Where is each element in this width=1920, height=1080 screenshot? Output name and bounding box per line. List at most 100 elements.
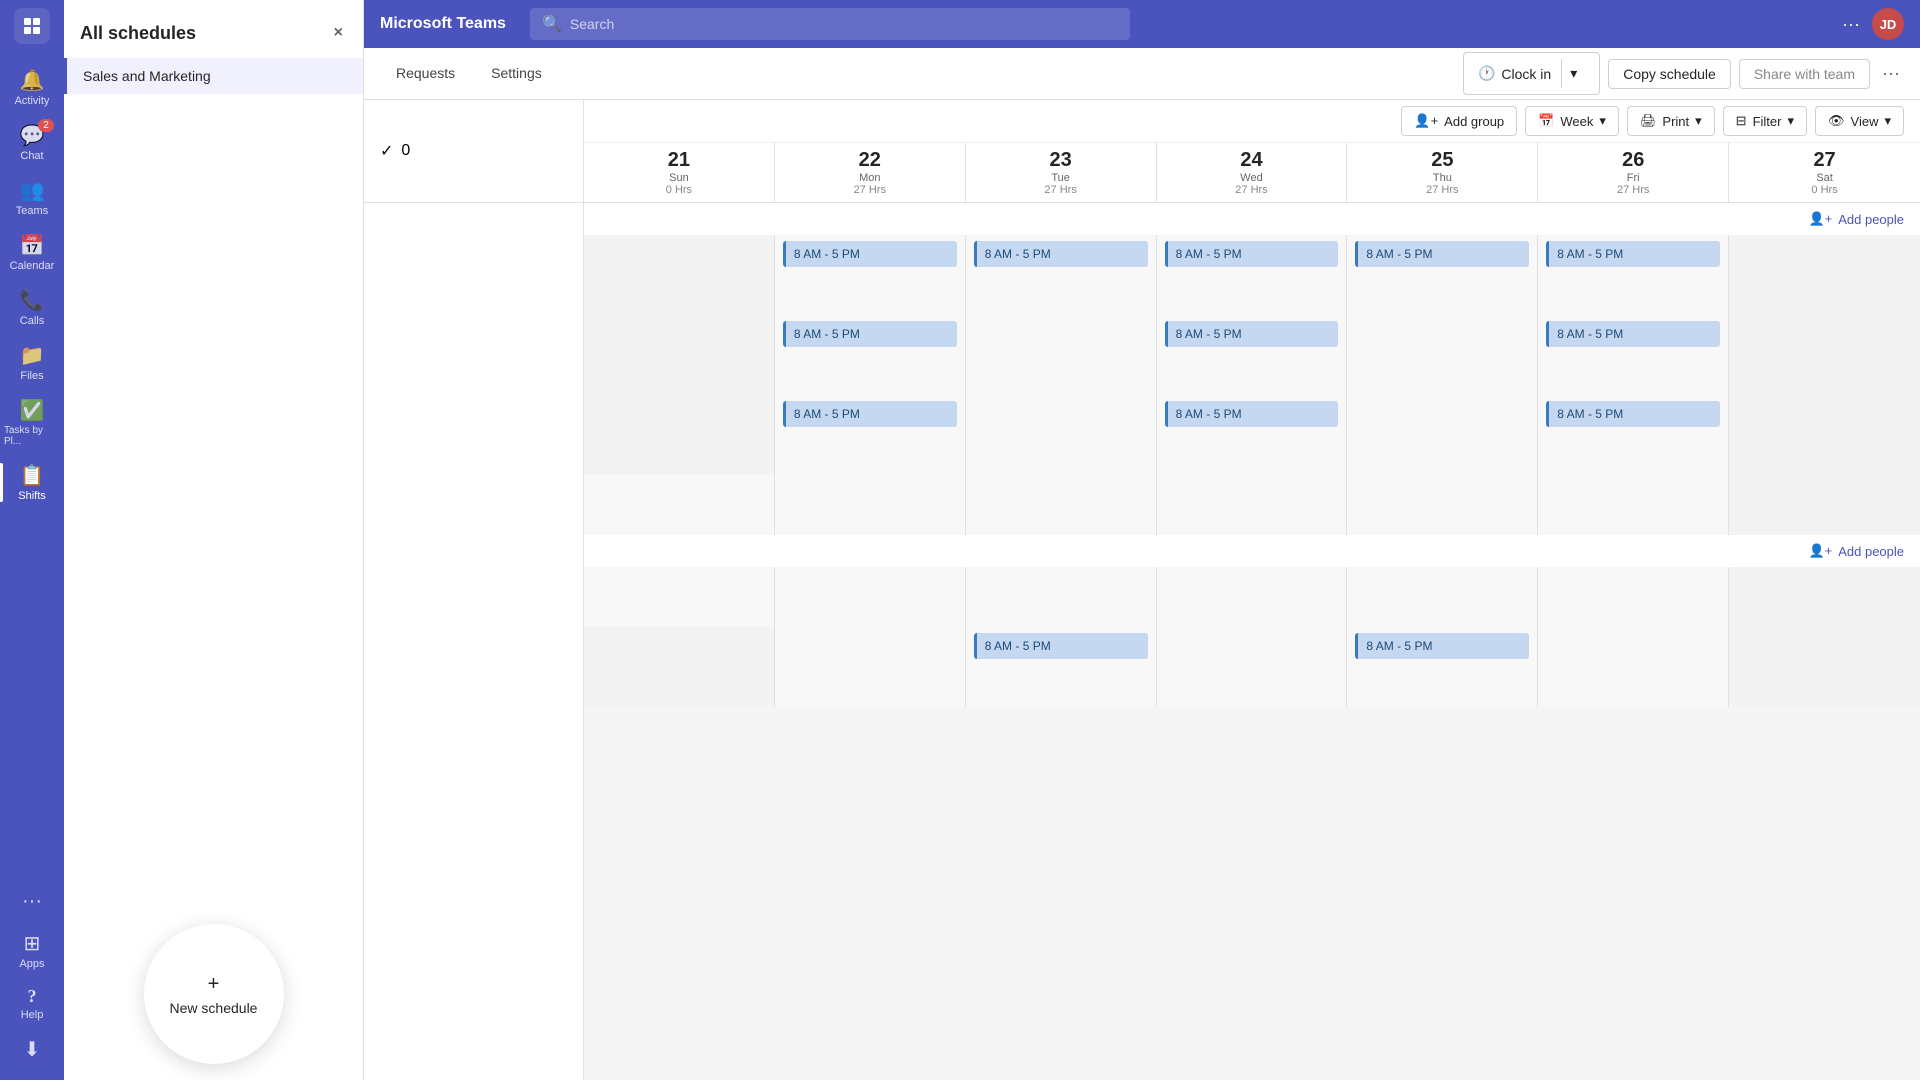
empty-row-2: [584, 567, 1920, 627]
sidebar-item-calls[interactable]: 📞 Calls: [0, 280, 64, 335]
sidebar-item-chat[interactable]: 2 💬 Chat: [0, 115, 64, 170]
empty-cell: [1729, 567, 1920, 627]
filter-button[interactable]: ⊟ Filter ▾: [1723, 106, 1807, 136]
schedule-cell-extra: [1157, 627, 1348, 707]
view-icon: 👁: [1828, 113, 1845, 129]
print-button[interactable]: 🖨 Print ▾: [1627, 106, 1715, 136]
day-number: 27: [1733, 149, 1916, 172]
sidebar-item-teams[interactable]: 👥 Teams: [0, 170, 64, 225]
schedule-cell: 8 AM - 5 PM: [1157, 315, 1348, 395]
tab-requests[interactable]: Requests: [380, 57, 471, 91]
day-hrs: 0 Hrs: [588, 184, 770, 196]
shift-block[interactable]: 8 AM - 5 PM: [1355, 633, 1529, 659]
sidebar-item-label: Files: [20, 370, 43, 382]
day-name: Sun: [588, 172, 770, 184]
nav-more[interactable]: ···: [0, 882, 64, 923]
sidebar-item-label: Activity: [15, 95, 50, 107]
add-group-label: Add group: [1444, 114, 1504, 129]
schedule-cell: [966, 395, 1157, 475]
shift-row-2: 8 AM - 5 PM 8 AM - 5 PM 8 AM - 5 PM: [584, 395, 1920, 475]
schedule-cell: [1347, 395, 1538, 475]
schedule-cell: 8 AM - 5 PM: [775, 235, 966, 315]
shift-row-1: 8 AM - 5 PM 8 AM - 5 PM 8 AM - 5 PM: [584, 315, 1920, 395]
week-selector[interactable]: 📅 Week ▾: [1525, 106, 1619, 136]
shift-block[interactable]: 8 AM - 5 PM: [783, 241, 957, 267]
shift-rows-1: 8 AM - 5 PM8 AM - 5 PM8 AM - 5 PM8 AM - …: [584, 235, 1920, 475]
schedule-cell: 8 AM - 5 PM: [1157, 395, 1348, 475]
add-people-button-2[interactable]: 👤+ Add people: [1808, 543, 1904, 559]
schedule-cell: [1729, 395, 1920, 475]
shift-block[interactable]: 8 AM - 5 PM: [783, 401, 957, 427]
sidebar-close-button[interactable]: ×: [330, 20, 347, 46]
view-button[interactable]: 👁 View ▾: [1815, 106, 1904, 136]
day-number: 21: [588, 149, 770, 172]
clock-in-button[interactable]: 🕐 Clock in ▾: [1463, 52, 1600, 95]
add-group-button[interactable]: 👤+ Add group: [1401, 106, 1517, 136]
avatar[interactable]: JD: [1872, 8, 1904, 40]
shift-block[interactable]: 8 AM - 5 PM: [1546, 241, 1720, 267]
sidebar-item-label: Shifts: [18, 490, 46, 502]
shift-block[interactable]: 8 AM - 5 PM: [1546, 401, 1720, 427]
empty-cell: [1347, 475, 1538, 535]
search-input[interactable]: [570, 16, 1118, 32]
day-hrs: 27 Hrs: [1351, 184, 1533, 196]
sidebar-title: All schedules: [80, 23, 196, 44]
tab-settings[interactable]: Settings: [475, 57, 558, 91]
top-bar-more-icon[interactable]: ···: [1842, 14, 1860, 35]
print-icon: 🖨: [1640, 113, 1657, 129]
sidebar-item-apps[interactable]: ⊞ Apps: [0, 923, 64, 978]
sidebar-item-label: Teams: [16, 205, 48, 217]
day-hrs: 27 Hrs: [1542, 184, 1724, 196]
calendar-top-left: ✓ 0: [364, 100, 584, 202]
shift-block[interactable]: 8 AM - 5 PM: [1165, 401, 1339, 427]
shift-block[interactable]: 8 AM - 5 PM: [974, 633, 1148, 659]
empty-cell: [584, 475, 775, 535]
shift-block[interactable]: 8 AM - 5 PM: [1355, 241, 1529, 267]
day-number: 24: [1161, 149, 1343, 172]
new-schedule-button[interactable]: + New schedule: [144, 924, 284, 1064]
sidebar-item-label: Chat: [20, 150, 43, 162]
sidebar-item-help[interactable]: ? Help: [0, 978, 64, 1029]
schedule-cell: [584, 315, 775, 395]
schedule-cell: [1729, 235, 1920, 315]
sidebar-item-activity[interactable]: 🔔 Activity: [0, 60, 64, 115]
schedule-cell: [966, 315, 1157, 395]
empty-cell: [966, 475, 1157, 535]
toolbar-more-icon[interactable]: ···: [1878, 59, 1904, 88]
add-people-button-1[interactable]: 👤+ Add people: [1808, 211, 1904, 227]
sidebar-item-shifts[interactable]: 📋 Shifts: [0, 455, 64, 510]
day-number: 26: [1542, 149, 1724, 172]
shift-rows-2: 8 AM - 5 PM 8 AM - 5 PM: [584, 627, 1920, 707]
shift-block[interactable]: 8 AM - 5 PM: [1165, 321, 1339, 347]
activity-icon: 🔔: [20, 68, 45, 93]
day-number: 22: [779, 149, 961, 172]
search-bar[interactable]: 🔍: [530, 8, 1130, 40]
sidebar-item-download[interactable]: ⬇: [0, 1029, 64, 1072]
day-name: Mon: [779, 172, 961, 184]
shift-block[interactable]: 8 AM - 5 PM: [1546, 321, 1720, 347]
schedule-cell-extra: [775, 627, 966, 707]
add-people-label-1: Add people: [1838, 212, 1904, 227]
copy-schedule-button[interactable]: Copy schedule: [1608, 59, 1731, 89]
check-count: 0: [401, 142, 410, 160]
sidebar-item-files[interactable]: 📁 Files: [0, 335, 64, 390]
shift-block[interactable]: 8 AM - 5 PM: [783, 321, 957, 347]
clock-in-chevron-icon[interactable]: ▾: [1561, 59, 1585, 88]
empty-row: [584, 475, 1920, 535]
calendar-top-actions: 👤+ Add group 📅 Week ▾ 🖨 Print ▾ ⊟ Filter…: [584, 100, 1920, 143]
clock-icon: 🕐: [1478, 65, 1495, 82]
empty-cell: [1157, 475, 1348, 535]
plus-icon: +: [208, 973, 220, 996]
empty-cell: [1157, 567, 1348, 627]
shift-block[interactable]: 8 AM - 5 PM: [974, 241, 1148, 267]
share-team-button[interactable]: Share with team: [1739, 59, 1870, 89]
more-icon: ···: [22, 890, 42, 913]
schedule-cell: 8 AM - 5 PM: [1538, 395, 1729, 475]
sidebar-schedule-item[interactable]: Sales and Marketing: [64, 58, 363, 94]
day-name: Wed: [1161, 172, 1343, 184]
shift-block[interactable]: 8 AM - 5 PM: [1165, 241, 1339, 267]
sidebar-item-tasks[interactable]: ✅ Tasks by Pl...: [0, 390, 64, 455]
sidebar-item-calendar[interactable]: 📅 Calendar: [0, 225, 64, 280]
add-people-row-2: 👤+ Add people: [584, 535, 1920, 567]
app-logo[interactable]: [14, 8, 50, 44]
